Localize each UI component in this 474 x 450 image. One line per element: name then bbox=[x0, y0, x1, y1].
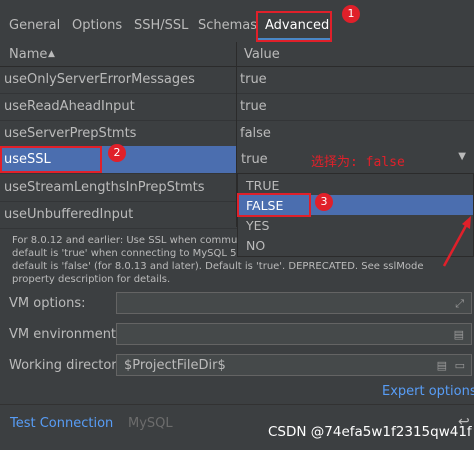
tab-bar: General Options SSH/SSL Schemas Advanced bbox=[0, 0, 474, 43]
property-name: useUnbufferedInput bbox=[4, 207, 134, 222]
property-value[interactable]: true bbox=[240, 72, 267, 87]
vm-environment-label: VM environment: bbox=[9, 327, 121, 342]
csdn-watermark: CSDN @74efa5w1f2315qw41f bbox=[268, 424, 472, 440]
table-row[interactable]: useServerPrepStmts false bbox=[0, 120, 474, 148]
expert-options-link[interactable]: Expert options ⌄ bbox=[382, 384, 474, 399]
annotation-badge-1: 1 bbox=[342, 5, 360, 23]
option-label: YES bbox=[246, 218, 270, 233]
test-connection-link[interactable]: Test Connection bbox=[10, 416, 113, 431]
table-row[interactable]: useOnlyServerErrorMessages true bbox=[0, 66, 474, 94]
vm-options-label: VM options: bbox=[9, 296, 86, 311]
table-header: Name ▲ Value bbox=[0, 42, 474, 67]
working-directory-field[interactable]: $ProjectFileDir$ ▤ ▭ bbox=[116, 354, 472, 376]
chevron-down-icon[interactable]: ▼ bbox=[458, 151, 466, 162]
tab-general[interactable]: General bbox=[9, 18, 60, 33]
column-header-name[interactable]: Name bbox=[9, 47, 47, 62]
document-icon[interactable]: ▤ bbox=[454, 328, 464, 341]
property-name: useOnlyServerErrorMessages bbox=[4, 72, 195, 87]
tab-ssh-ssl[interactable]: SSH/SSL bbox=[134, 18, 188, 33]
tab-options[interactable]: Options bbox=[72, 18, 122, 33]
option-label: TRUE bbox=[246, 178, 280, 193]
driver-label[interactable]: MySQL bbox=[128, 416, 173, 431]
sort-ascending-icon: ▲ bbox=[48, 49, 55, 59]
working-directory-label: Working directory: bbox=[9, 358, 128, 373]
annotation-box-usessl bbox=[0, 146, 102, 173]
tab-schemas[interactable]: Schemas bbox=[198, 18, 257, 33]
table-row[interactable]: useReadAheadInput true bbox=[0, 93, 474, 121]
combo-current-value: true bbox=[241, 152, 268, 167]
property-name: useReadAheadInput bbox=[4, 99, 135, 114]
working-directory-value: $ProjectFileDir$ bbox=[124, 358, 226, 373]
document-icon[interactable]: ▤ bbox=[437, 359, 447, 372]
annotation-choose-text: 选择为: false bbox=[311, 155, 405, 170]
annotation-badge-3: 3 bbox=[315, 193, 333, 211]
annotation-arrow-icon bbox=[442, 216, 471, 267]
dropdown-option-true[interactable]: TRUE bbox=[238, 175, 473, 195]
annotation-box-false bbox=[237, 193, 311, 217]
dropdown-option-no[interactable]: NO bbox=[238, 235, 473, 255]
column-header-value[interactable]: Value bbox=[244, 47, 280, 62]
folder-icon[interactable]: ▭ bbox=[455, 359, 465, 372]
vm-options-field[interactable]: ⤢ bbox=[116, 292, 472, 314]
expand-icon[interactable]: ⤢ bbox=[455, 297, 464, 311]
property-value[interactable]: true bbox=[240, 99, 267, 114]
vm-environment-field[interactable]: ▤ bbox=[116, 323, 472, 345]
property-name: useServerPrepStmts bbox=[4, 126, 137, 141]
property-name: useStreamLengthsInPrepStmts bbox=[4, 180, 205, 195]
annotation-badge-2: 2 bbox=[108, 144, 126, 162]
property-value[interactable]: false bbox=[240, 126, 271, 141]
dropdown-option-yes[interactable]: YES bbox=[238, 215, 473, 235]
option-label: NO bbox=[246, 238, 266, 253]
annotation-box-advanced bbox=[256, 11, 332, 42]
